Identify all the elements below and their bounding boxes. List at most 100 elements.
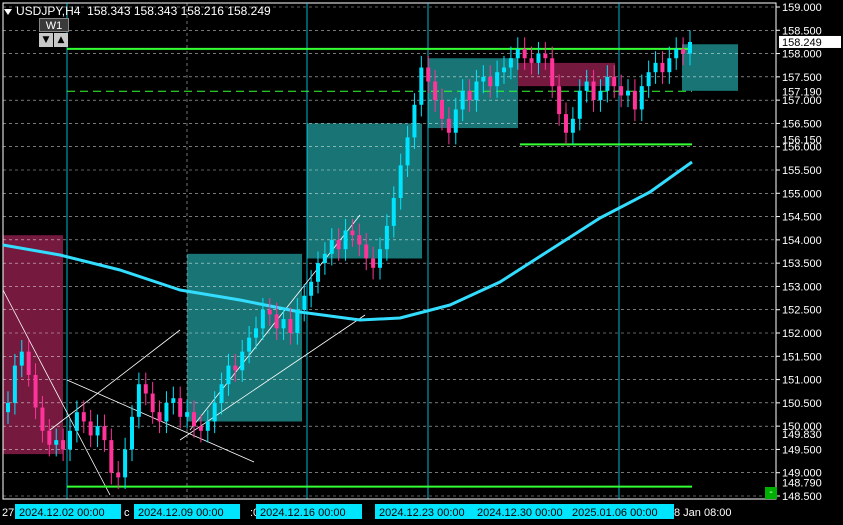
candle-body — [364, 244, 369, 259]
candle-body — [205, 421, 210, 431]
candle-body — [281, 319, 286, 329]
candle-body — [646, 72, 651, 87]
candle-body — [384, 225, 389, 250]
candle-body — [426, 67, 431, 82]
candle-body — [550, 58, 555, 87]
candle-body — [164, 402, 169, 422]
price-label: 156.150 — [782, 135, 822, 147]
candle-body — [612, 76, 617, 87]
candle-body — [446, 118, 451, 133]
price-label: 158.249 — [782, 37, 822, 49]
candle-body — [212, 402, 217, 422]
candle-body — [460, 90, 465, 110]
candle-body — [474, 81, 479, 101]
w1-widget: W1 ▼ ▲ — [39, 18, 69, 47]
x-tick-label: 2024.12.16 00:00 — [260, 507, 346, 519]
candle-body — [33, 374, 38, 408]
candle-body — [54, 440, 59, 445]
candle-body — [267, 309, 272, 315]
candle-body — [398, 165, 403, 198]
candle-body — [577, 90, 582, 119]
candle-body — [412, 104, 417, 138]
candle-body — [81, 412, 86, 422]
arrow-up-icon[interactable]: ▲ — [54, 33, 68, 47]
candle-body — [226, 365, 231, 385]
candle-body — [109, 440, 114, 473]
candle-body — [419, 67, 424, 105]
candle-body — [6, 402, 10, 413]
y-tick-label: 158.500 — [782, 25, 822, 37]
candle-body — [171, 398, 176, 403]
quote-values: 158.343 158.343 158.216 158.249 — [87, 4, 271, 18]
y-tick-label: 157.500 — [782, 72, 822, 84]
candle-body — [598, 90, 603, 101]
y-tick-label: 152.500 — [782, 305, 822, 317]
candle-body — [667, 58, 672, 73]
y-tick-label: 148.500 — [782, 491, 822, 503]
candle-body — [488, 76, 493, 87]
y-tick-label: 158.000 — [782, 49, 822, 61]
candle-body — [123, 449, 128, 478]
candle-body — [481, 76, 486, 82]
candle-body — [198, 426, 203, 431]
candle-body — [371, 258, 376, 268]
candle-body — [626, 90, 630, 96]
candle-body — [102, 426, 107, 441]
candle-body — [522, 48, 527, 59]
candle-body — [343, 230, 348, 250]
candle-body — [19, 351, 24, 366]
y-tick-label: 152.000 — [782, 328, 822, 340]
candle-body — [68, 430, 72, 450]
x-tick-label: 8 Jan 08:00 — [674, 507, 732, 519]
candle-body — [260, 309, 265, 329]
time-axis: 27 2024.12.02 00:00 c 2024.12.09 00:00:0 202… — [2, 498, 776, 519]
candle-body — [178, 398, 183, 417]
candle-body — [309, 281, 314, 296]
candle-body — [570, 118, 575, 133]
zone-box — [3, 235, 63, 455]
candle-body — [391, 197, 396, 226]
price-chart[interactable]: 148.500149.000149.500150.000150.500151.0… — [0, 0, 843, 525]
y-tick-label: 156.500 — [782, 118, 822, 130]
candle-body — [605, 76, 610, 91]
candle-body — [322, 253, 327, 264]
zone-box — [307, 123, 422, 259]
candle-body — [536, 53, 541, 63]
candle-body — [47, 430, 52, 445]
x-tick-label: 27 — [2, 507, 14, 519]
candle-body — [440, 100, 444, 119]
x-tick-label: 2024.12.23 00:00 — [379, 507, 465, 519]
arrow-down-icon[interactable]: ▼ — [39, 33, 53, 47]
candle-body — [74, 412, 79, 431]
price-label: 157.190 — [782, 86, 822, 98]
candle-body — [295, 309, 300, 333]
collapse-icon[interactable]: - — [765, 487, 777, 499]
candle-body — [467, 90, 472, 101]
candle-body — [302, 295, 307, 310]
y-tick-label: 153.500 — [782, 258, 822, 270]
price-label: 149.830 — [782, 429, 822, 441]
chart-header: USDJPY,H4 158.343 158.343 158.216 158.24… — [4, 4, 271, 18]
candle-body — [357, 235, 362, 245]
candle-body — [288, 319, 293, 333]
dropdown-icon[interactable] — [4, 8, 12, 15]
candle-body — [185, 412, 190, 417]
candle-body — [130, 416, 134, 450]
candle-body — [674, 48, 679, 59]
candle-body — [116, 472, 121, 478]
y-tick-label: 154.000 — [782, 235, 822, 247]
candle-body — [405, 137, 410, 166]
candles — [6, 30, 692, 490]
candle-body — [233, 365, 238, 371]
candle-body — [329, 239, 334, 254]
candle-body — [515, 48, 520, 59]
candle-body — [653, 62, 658, 73]
candle-body — [12, 365, 17, 403]
candle-body — [529, 58, 534, 63]
y-tick-label: 155.500 — [782, 165, 822, 177]
candle-body — [88, 421, 93, 436]
candle-body — [95, 426, 100, 436]
candle-body — [508, 58, 513, 68]
candle-body — [543, 53, 548, 59]
candle-body — [378, 249, 382, 268]
